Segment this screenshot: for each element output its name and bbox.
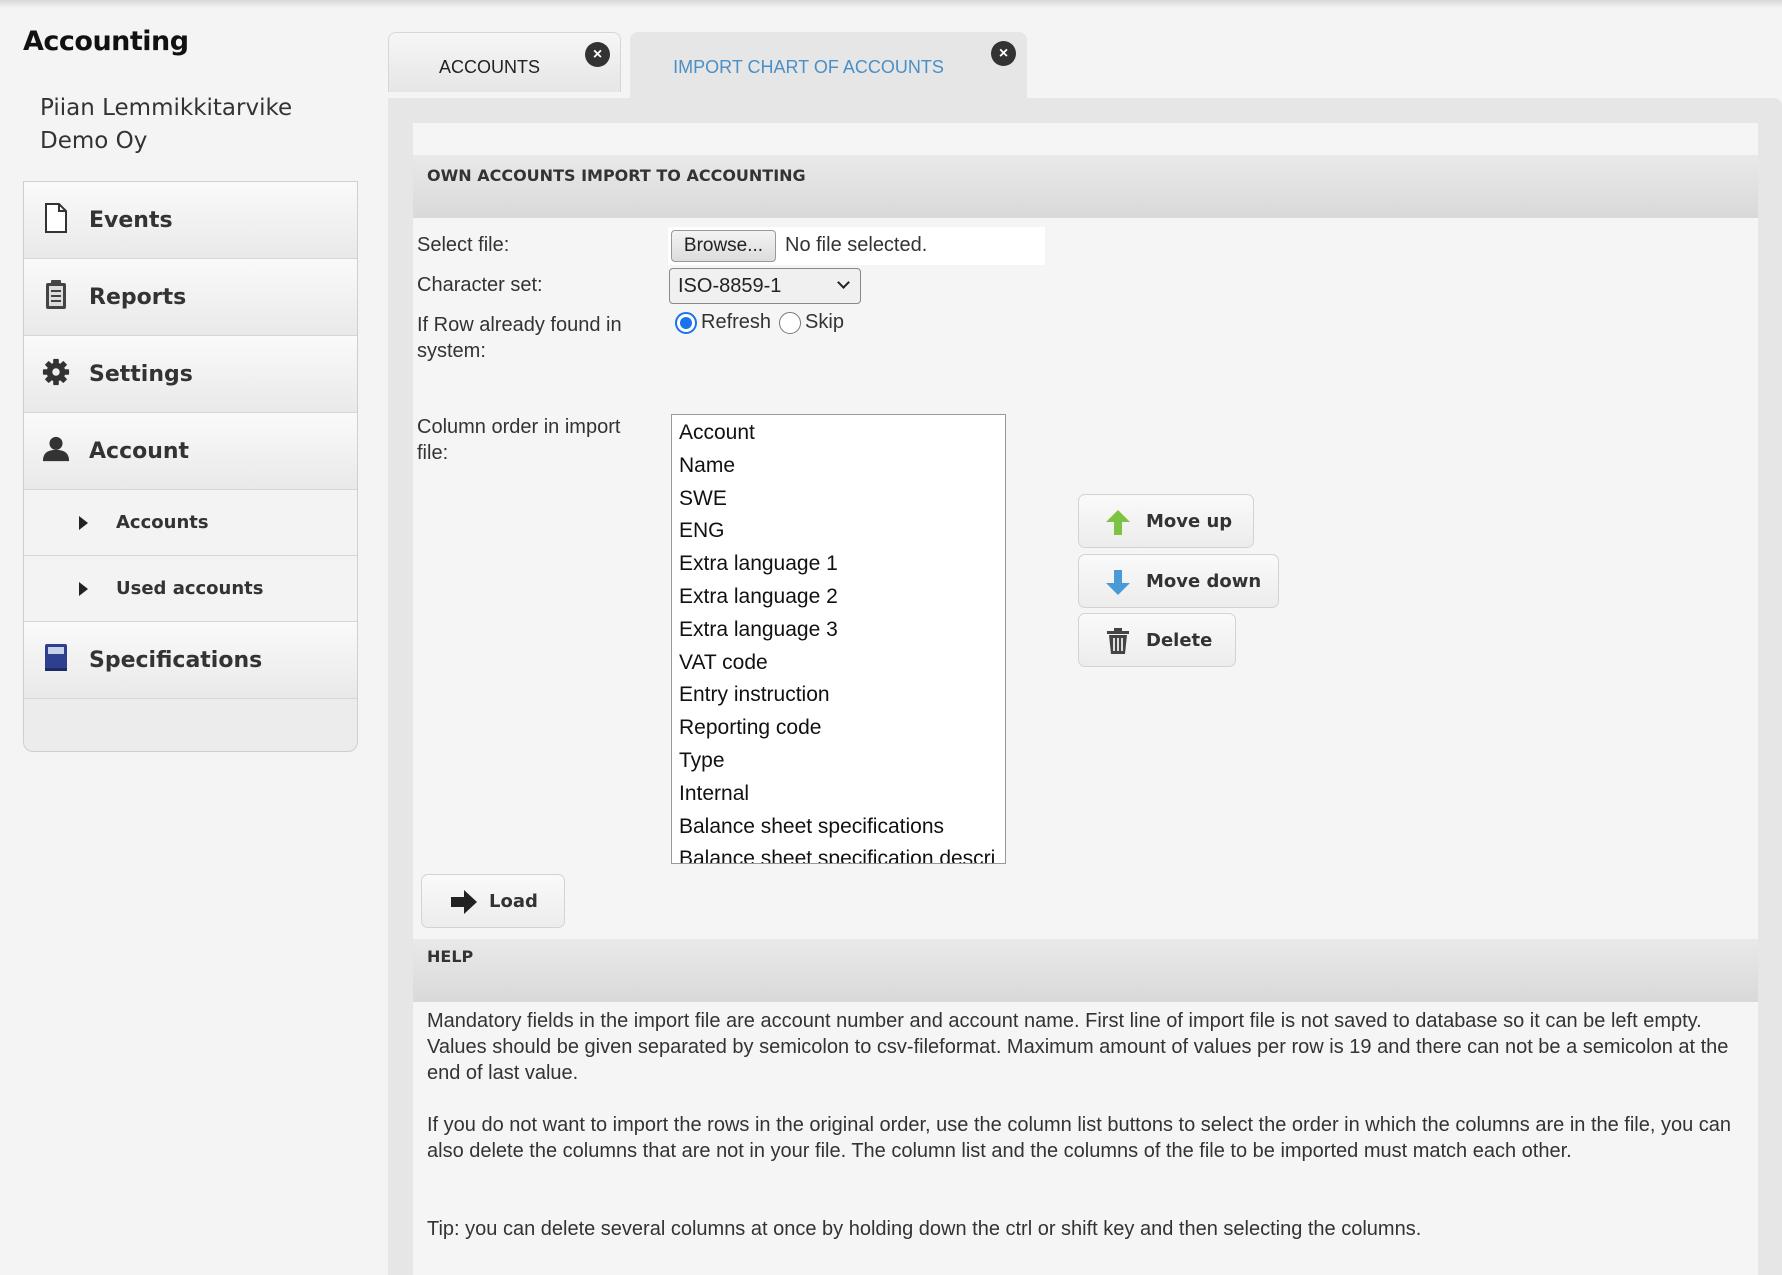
company-name: Piian Lemmikkitarvike Demo Oy	[40, 95, 293, 154]
tab-label: IMPORT CHART OF ACCOUNTS	[673, 57, 944, 77]
sidebar-item-events[interactable]: Events	[24, 182, 357, 259]
sidebar-item-label: Settings	[89, 361, 193, 387]
select-file-label: Select file:	[417, 234, 510, 256]
radio-skip-label: Skip	[805, 311, 844, 333]
trash-icon	[1107, 628, 1129, 654]
main-panel: OWN ACCOUNTS IMPORT TO ACCOUNTING Select…	[388, 98, 1782, 1275]
file-input[interactable]: Browse... No file selected.	[668, 227, 1045, 265]
import-content: OWN ACCOUNTS IMPORT TO ACCOUNTING Select…	[413, 123, 1758, 1275]
move-up-label: Move up	[1146, 510, 1233, 532]
column-order-listbox[interactable]: Account Name SWE ENG Extra language 1 Extra l…	[671, 414, 1006, 864]
chevron-down-icon	[837, 276, 850, 289]
close-icon[interactable]: ×	[991, 41, 1016, 66]
section-title: HELP	[427, 947, 474, 966]
column-option[interactable]: VAT code	[672, 647, 1005, 680]
sidebar-item-label: Account	[89, 438, 190, 464]
sidebar-item-specifications[interactable]: Specifications	[24, 622, 357, 699]
sidebar-subitem-label: Accounts	[116, 512, 209, 533]
caret-right-icon	[79, 515, 88, 530]
load-button[interactable]: Load	[421, 874, 565, 928]
sidebar-subitem-accounts[interactable]: Accounts	[24, 490, 357, 556]
charset-value: ISO-8859-1	[678, 275, 782, 297]
load-label: Load	[489, 890, 538, 912]
help-paragraph: Tip: you can delete several columns at o…	[427, 1218, 1422, 1240]
sidebar-item-label: Specifications	[89, 647, 263, 673]
column-option[interactable]: Name	[672, 450, 1005, 483]
tab-accounts[interactable]: ACCOUNTS ×	[388, 32, 621, 92]
radio-refresh-label: Refresh	[701, 311, 772, 333]
column-option[interactable]: Account	[672, 417, 1005, 450]
user-icon	[42, 433, 70, 465]
gear-icon	[42, 356, 70, 388]
column-option[interactable]: Extra language 3	[672, 614, 1005, 647]
move-up-button[interactable]: Move up	[1078, 494, 1254, 548]
sidebar-subitem-label: Used accounts	[116, 578, 264, 599]
caret-right-icon	[79, 581, 88, 596]
file-status: No file selected.	[785, 234, 928, 256]
section-title: OWN ACCOUNTS IMPORT TO ACCOUNTING	[427, 166, 806, 185]
sidebar-item-label: Reports	[89, 284, 187, 310]
column-option[interactable]: Reporting code	[672, 712, 1005, 745]
arrow-right-icon	[451, 890, 477, 914]
column-option[interactable]: Extra language 1	[672, 548, 1005, 581]
document-icon	[42, 202, 70, 234]
radio-skip[interactable]	[779, 311, 802, 334]
report-icon	[42, 279, 70, 311]
column-order-label: Column order in import file:	[417, 416, 621, 464]
column-option[interactable]: Internal	[672, 778, 1005, 811]
book-icon	[42, 642, 70, 674]
close-icon[interactable]: ×	[585, 42, 610, 67]
column-option[interactable]: Extra language 2	[672, 581, 1005, 614]
row-found-label: If Row already found in system:	[417, 314, 622, 362]
radio-refresh[interactable]	[675, 311, 697, 334]
charset-select[interactable]: ISO-8859-1	[669, 268, 861, 304]
column-option[interactable]: Entry instruction	[672, 679, 1005, 712]
column-option[interactable]: SWE	[672, 483, 1005, 516]
sidebar-item-label: Events	[89, 207, 173, 233]
sidebar: Events Reports Settings Account Accounts…	[23, 181, 358, 752]
sidebar-item-account[interactable]: Account	[24, 413, 357, 490]
delete-button[interactable]: Delete	[1078, 613, 1236, 667]
top-shadow	[0, 0, 1782, 8]
tab-import-chart-of-accounts[interactable]: IMPORT CHART OF ACCOUNTS ×	[630, 32, 1027, 98]
column-option[interactable]: Balance sheet specifications	[672, 811, 1005, 844]
column-option[interactable]: Balance sheet specification descri	[672, 843, 1005, 863]
help-paragraph: Mandatory fields in the import file are …	[427, 1010, 1729, 1084]
sidebar-subitem-used-accounts[interactable]: Used accounts	[24, 556, 357, 622]
charset-label: Character set:	[417, 274, 543, 296]
section-header-help: HELP	[413, 939, 1758, 1002]
browse-button[interactable]: Browse...	[671, 230, 776, 262]
tab-label: ACCOUNTS	[438, 57, 540, 77]
arrow-down-icon	[1106, 570, 1130, 595]
sidebar-item-reports[interactable]: Reports	[24, 259, 357, 336]
delete-label: Delete	[1146, 629, 1213, 651]
app-title: Accounting	[23, 26, 189, 57]
move-down-button[interactable]: Move down	[1078, 554, 1279, 608]
sidebar-item-settings[interactable]: Settings	[24, 336, 357, 413]
move-down-label: Move down	[1146, 570, 1262, 592]
column-option[interactable]: ENG	[672, 515, 1005, 548]
column-option[interactable]: Type	[672, 745, 1005, 778]
arrow-up-icon	[1106, 510, 1130, 535]
row-found-radio-group: Refresh Skip	[675, 311, 844, 334]
section-header-import: OWN ACCOUNTS IMPORT TO ACCOUNTING	[413, 155, 1758, 218]
help-paragraph: If you do not want to import the rows in…	[427, 1114, 1732, 1162]
